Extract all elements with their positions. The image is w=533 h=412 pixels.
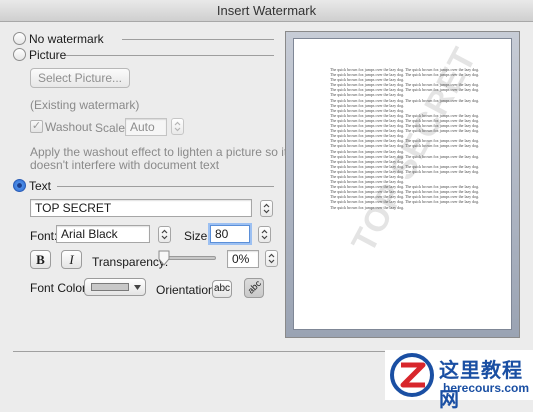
up-down-arrows-icon [174, 121, 181, 132]
text-radio[interactable] [13, 179, 26, 192]
washout-checkbox[interactable]: ✓ [30, 120, 43, 133]
transparency-slider-knob[interactable] [158, 250, 170, 266]
size-field[interactable]: 80 [210, 225, 250, 243]
watermark-text-presets[interactable] [260, 200, 273, 217]
site-logo: 这里教程网 herecours.com [385, 350, 533, 411]
italic-button[interactable]: I [61, 250, 82, 269]
transparency-field[interactable]: 0% [227, 250, 259, 268]
no-watermark-radio[interactable] [13, 32, 26, 45]
washout-help-line-1: Apply the washout effect to lighten a pi… [30, 145, 288, 159]
scale-stepper[interactable] [171, 118, 184, 135]
orientation-diagonal-button[interactable]: abc [244, 278, 264, 298]
up-down-arrows-icon [263, 203, 270, 214]
up-down-arrows-icon [161, 229, 168, 240]
font-stepper[interactable] [158, 226, 171, 243]
preview-paragraph: The quick brown fox jumps over the lazy … [330, 128, 480, 139]
text-label[interactable]: Text [29, 179, 51, 193]
font-label: Font: [30, 229, 58, 243]
size-label: Size: [184, 229, 211, 243]
watermark-text-field[interactable]: TOP SECRET [30, 199, 252, 217]
preview-paragraph: The quick brown fox jumps over the lazy … [330, 112, 480, 123]
logo-url-text: herecours.com [443, 381, 530, 395]
preview-pane: TOP SECRET The quick brown fox jumps ove… [285, 31, 520, 338]
chevron-down-icon [134, 285, 141, 290]
font-color-swatch [91, 283, 129, 291]
insert-watermark-dialog: Insert Watermark No watermark Picture Se… [0, 0, 533, 411]
logo-mark-icon [390, 353, 434, 397]
up-down-arrows-icon [268, 253, 275, 264]
preview-paragraph: The quick brown fox jumps over the lazy … [330, 168, 480, 179]
existing-watermark-note: (Existing watermark) [30, 98, 140, 112]
window-title: Insert Watermark [0, 0, 533, 22]
preview-paragraph: The quick brown fox jumps over the lazy … [330, 138, 480, 149]
orientation-horizontal-button[interactable]: abc [212, 280, 232, 298]
section-divider [57, 186, 274, 187]
picture-radio[interactable] [13, 48, 26, 61]
preview-paragraph: The quick brown fox jumps over the lazy … [330, 67, 480, 78]
font-field[interactable]: Arial Black [56, 225, 150, 243]
section-divider [122, 39, 274, 40]
no-watermark-label[interactable]: No watermark [29, 32, 104, 46]
washout-label: Washout [45, 120, 92, 134]
section-divider [66, 55, 274, 56]
orientation-diagonal-label: abc [245, 278, 263, 296]
scale-label: Scale: [95, 121, 129, 135]
scale-field[interactable]: Auto [125, 118, 167, 136]
font-color-label: Font Color: [30, 281, 90, 295]
bold-button[interactable]: B [30, 250, 51, 269]
transparency-label: Transparency: [92, 255, 169, 269]
preview-page: TOP SECRET The quick brown fox jumps ove… [293, 38, 512, 330]
orientation-label: Orientation: [156, 283, 219, 297]
preview-paragraph: The quick brown fox jumps over the lazy … [330, 184, 480, 195]
select-picture-button[interactable]: Select Picture... [30, 68, 130, 88]
checkmark-icon: ✓ [31, 120, 42, 132]
preview-paragraph: The quick brown fox jumps over the lazy … [330, 82, 480, 93]
up-down-arrows-icon [261, 229, 268, 240]
preview-body-text: The quick brown fox jumps over the lazy … [330, 67, 480, 210]
font-color-picker[interactable] [84, 278, 146, 296]
size-stepper[interactable] [258, 226, 271, 243]
transparency-stepper[interactable] [265, 250, 278, 267]
washout-help-line-2: doesn't interfere with document text [30, 158, 220, 172]
preview-paragraph: The quick brown fox jumps over the lazy … [330, 199, 480, 210]
preview-paragraph: The quick brown fox jumps over the lazy … [330, 153, 480, 164]
preview-paragraph: The quick brown fox jumps over the lazy … [330, 97, 480, 108]
picture-label[interactable]: Picture [29, 48, 66, 62]
